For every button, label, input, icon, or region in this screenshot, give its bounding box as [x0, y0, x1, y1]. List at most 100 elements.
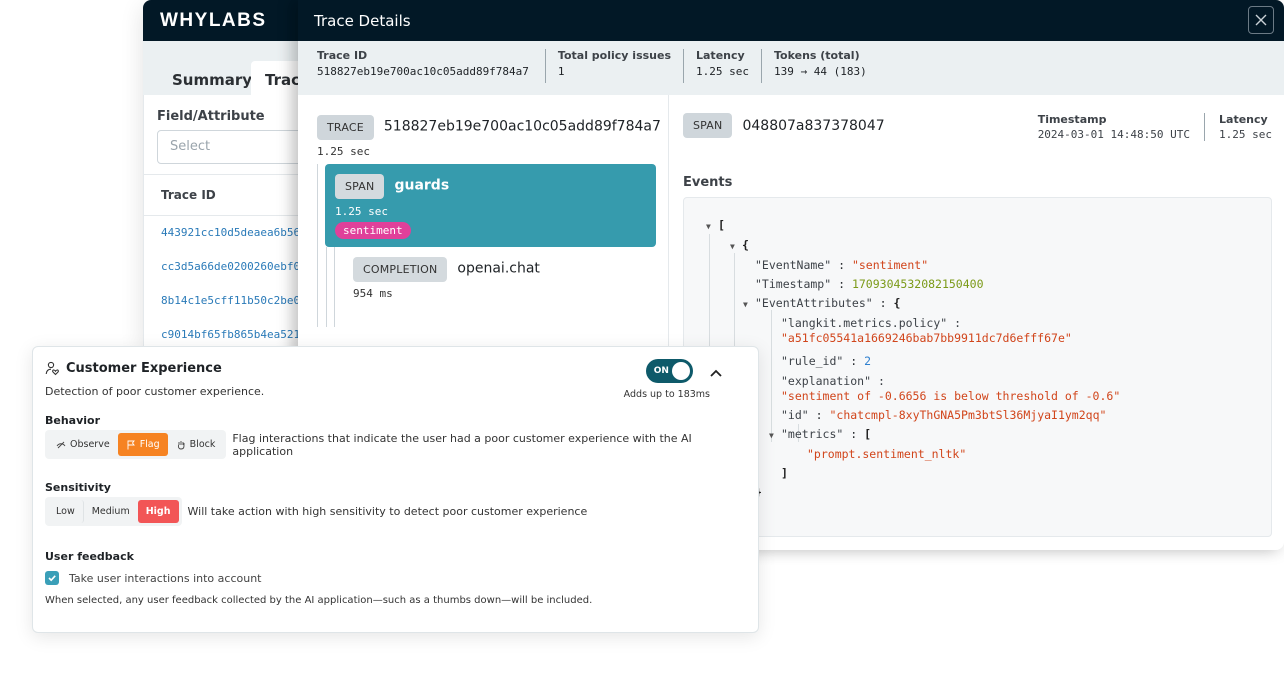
behavior-row: Observe Flag Block Flag interactions tha…: [45, 430, 746, 459]
timestamp-col: Timestamp 2024-03-01 14:48:50 UTC: [1024, 113, 1190, 141]
json-line: "langkit.metrics.policy" :: [781, 316, 962, 330]
user-feedback-checkbox[interactable]: [45, 571, 59, 585]
json-line: "id" : "chatcmpl-8xyThGNA5Pm3btSl36MjyaI…: [781, 408, 1107, 422]
stat-trace-id: Trace ID 518827eb19e700ac10c05add89f784a…: [317, 49, 545, 83]
json-value: "chatcmpl-8xyThGNA5Pm3btSl36MjyaI1ym2qq": [829, 408, 1107, 422]
user-feedback-note: When selected, any user feedback collect…: [45, 595, 593, 606]
hand-stop-icon: [177, 440, 185, 449]
policy-enabled-toggle[interactable]: ON: [645, 359, 693, 383]
checkmark-icon: [48, 575, 56, 582]
option-label: Observe: [70, 439, 110, 450]
behavior-flag-button[interactable]: Flag: [117, 433, 168, 456]
drawer-title: Trace Details: [314, 11, 411, 30]
close-button[interactable]: [1248, 6, 1274, 34]
collapse-caret-icon[interactable]: ▼: [743, 295, 755, 314]
toggle-label: ON: [653, 366, 669, 376]
trace-node[interactable]: TRACE 518827eb19e700ac10c05add89f784a7 1.…: [317, 115, 668, 158]
json-value: "prompt.sentiment_nltk": [807, 447, 967, 461]
stat-label: Tokens (total): [773, 49, 860, 62]
span-name: guards: [394, 177, 450, 194]
chevron-up-icon: [710, 369, 722, 377]
user-feedback-checkbox-label[interactable]: Take user interactions into account: [69, 572, 261, 585]
option-label: Flag: [139, 439, 160, 450]
trace-summary-bar: Trace ID 518827eb19e700ac10c05add89f784a…: [298, 41, 1284, 95]
json-value: "sentiment of -0.6656 is below threshold…: [781, 389, 1121, 403]
sensitivity-description: Will take action with high sensitivity t…: [187, 505, 588, 518]
json-line: ▼{: [706, 236, 1271, 256]
json-key: "metrics": [781, 427, 844, 441]
json-line: "prompt.sentiment_nltk": [706, 445, 1271, 464]
latency-col: Latency 1.25 sec: [1204, 113, 1272, 141]
sensitivity-low-button[interactable]: Low: [48, 500, 84, 523]
span-chip: SPAN: [335, 174, 385, 199]
collapse-caret-icon[interactable]: ▼: [730, 237, 742, 256]
json-line: "EventName" : "sentiment": [755, 258, 929, 272]
behavior-description: Flag interactions that indicate the user…: [232, 431, 692, 458]
stat-tokens: Tokens (total) 139 → 44 (183): [760, 49, 879, 83]
user-feedback-label: User feedback: [45, 550, 134, 563]
toggle-wrap: ON Adds up to 183ms: [624, 359, 744, 400]
behavior-segmented-control: Observe Flag Block: [45, 430, 227, 459]
json-key: "id": [781, 408, 809, 422]
timestamp-label: Timestamp: [1037, 113, 1107, 126]
completion-name: openai.chat: [457, 260, 540, 277]
close-x-icon: [1255, 14, 1267, 26]
sensitivity-medium-button[interactable]: Medium: [84, 500, 138, 523]
stat-value: 1.25 sec: [696, 65, 749, 78]
span-meta: Timestamp 2024-03-01 14:48:50 UTC Latenc…: [1024, 113, 1272, 141]
stat-value: 1: [557, 65, 565, 78]
user-feedback-row: Take user interactions into account: [45, 571, 746, 585]
json-line: ▼ "EventAttributes" : {: [706, 294, 1271, 314]
json-value: "sentiment": [851, 258, 929, 272]
customer-experience-card: Customer Experience Detection of poor cu…: [32, 346, 759, 633]
stat-value: 139 → 44 (183): [773, 65, 867, 78]
json-line: "rule_id" : 2: [781, 354, 872, 368]
json-line: ▼[: [706, 216, 1271, 236]
json-line: }: [706, 483, 1271, 502]
tab-summary[interactable]: Summary: [172, 63, 252, 97]
json-line: ]: [781, 466, 788, 480]
card-title: Customer Experience: [66, 361, 222, 376]
stat-label: Latency: [696, 49, 745, 62]
eye-off-icon: [56, 441, 66, 448]
trace-latency: 1.25 sec: [317, 145, 370, 158]
stat-value: 518827eb19e700ac10c05add89f784a7: [317, 65, 529, 78]
json-line: ▼ "metrics" : [: [706, 425, 1271, 445]
completion-chip: COMPLETION: [353, 257, 448, 282]
sensitivity-high-button[interactable]: High: [137, 500, 179, 523]
whylabs-logo: WHYLABS: [160, 9, 267, 31]
stat-label: Trace ID: [317, 49, 368, 62]
collapse-button[interactable]: [710, 362, 722, 381]
stat-latency: Latency 1.25 sec: [683, 49, 761, 83]
json-line: "sentiment of -0.6656 is below threshold…: [706, 389, 1271, 406]
json-value: 2: [864, 354, 872, 368]
span-node-guards[interactable]: SPAN guards 1.25 sec sentiment: [325, 164, 656, 247]
json-line: "Timestamp" : 1709304532082150400: [755, 277, 984, 291]
trace-chip: TRACE: [317, 115, 374, 140]
trace-children: SPAN guards 1.25 sec sentiment COMPLETION…: [317, 164, 668, 327]
span-detail-chip: SPAN: [683, 113, 733, 138]
collapse-caret-icon[interactable]: ▼: [706, 217, 718, 236]
stat-policy-issues: Total policy issues 1: [544, 49, 683, 83]
user-heart-icon: [45, 361, 59, 376]
events-label: Events: [683, 175, 733, 190]
span-detail-id: 048807a837378047: [742, 118, 885, 134]
stat-label: Total policy issues: [557, 49, 671, 62]
sentiment-tag: sentiment: [335, 222, 411, 239]
json-value: 1709304532082150400: [851, 277, 984, 291]
behavior-block-button[interactable]: Block: [168, 433, 224, 456]
toggle-knob: [671, 362, 690, 380]
json-line: "a51fc05541a1669246bab7bb9911dc7d6efff67…: [706, 331, 1271, 349]
completion-node[interactable]: COMPLETION openai.chat 954 ms: [353, 257, 668, 300]
span-children: COMPLETION openai.chat 954 ms: [326, 247, 668, 327]
sensitivity-label: Sensitivity: [45, 481, 111, 494]
json-key: "explanation": [781, 374, 872, 388]
behavior-label: Behavior: [45, 414, 101, 427]
json-line: "explanation" :: [781, 374, 885, 388]
latency-label: Latency: [1219, 113, 1268, 126]
latency-note: Adds up to 183ms: [623, 389, 710, 400]
drawer-header: Trace Details: [298, 0, 1284, 41]
behavior-observe-button[interactable]: Observe: [48, 433, 118, 456]
sensitivity-segmented-control: Low Medium High: [45, 497, 182, 526]
collapse-caret-icon[interactable]: ▼: [769, 426, 781, 445]
